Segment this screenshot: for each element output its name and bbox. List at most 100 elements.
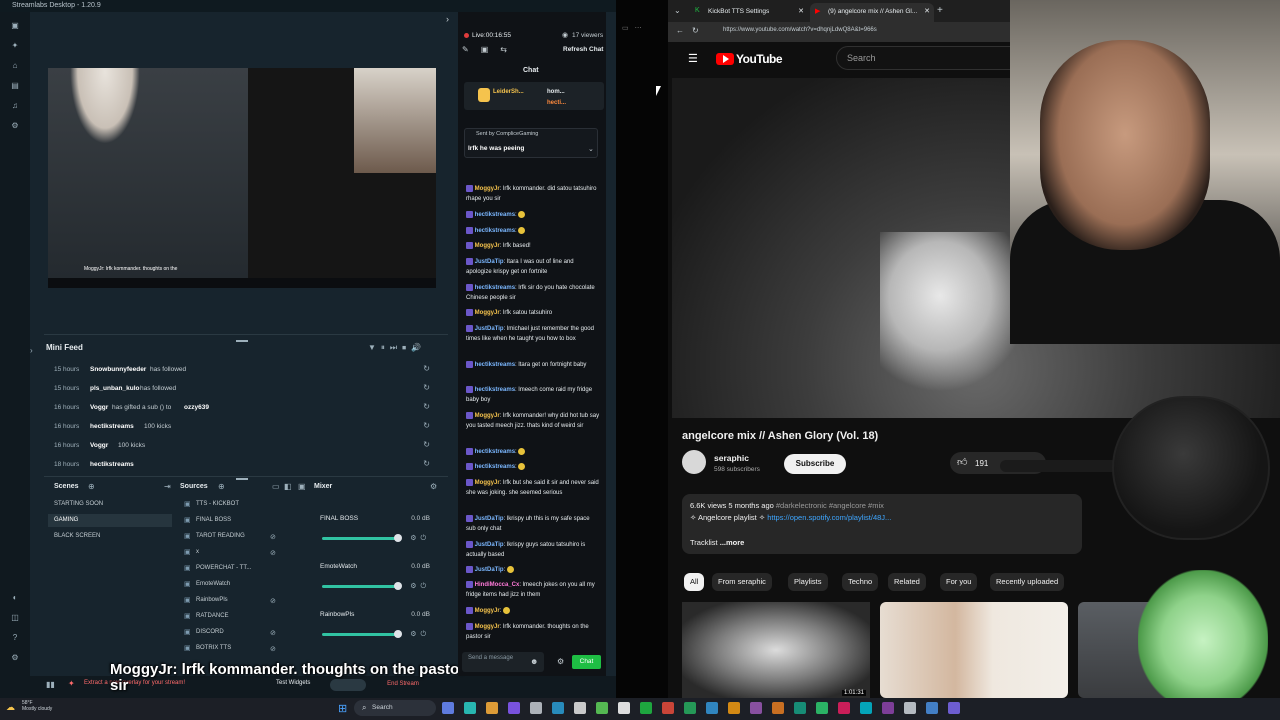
chat-username[interactable]: hectikstreams [475,285,515,291]
source-item[interactable]: POWERCHAT - TT... [180,564,280,577]
obs-app-icon[interactable] [508,702,520,714]
source-item[interactable]: RainbowPls [180,596,280,609]
replay-icon[interactable]: ↻ [423,402,430,411]
mixer-settings-icon[interactable]: ⚙ [430,482,437,491]
youtube-wordmark[interactable]: YouTube [736,52,783,66]
app-app-icon[interactable] [882,702,894,714]
app-app-icon[interactable] [772,702,784,714]
visibility-off-icon[interactable]: ⊘ [270,533,276,541]
source-item[interactable]: DISCORD [180,628,280,641]
chat-username[interactable]: MoggyJr [475,413,500,419]
emoji-icon[interactable]: ☻ [530,657,538,666]
avatar[interactable] [682,450,706,474]
replay-icon[interactable]: ↻ [423,459,430,468]
video-thumbnail[interactable] [880,602,1068,698]
chat-username[interactable]: JustDaTip [475,326,504,332]
gear-icon[interactable]: ⚙ [10,654,20,662]
tab-kickbot[interactable]: KickBot TTS Settings K ✕ [690,3,808,22]
chat-username[interactable]: MoggyJr [475,310,500,316]
search-input[interactable]: Search [836,46,1016,70]
mail-app-icon[interactable] [706,702,718,714]
spotify-app-icon[interactable] [596,702,608,714]
camera-app-icon[interactable] [618,702,630,714]
chevron-right-icon[interactable]: › [446,14,449,24]
themes-icon[interactable]: ✦ [10,42,20,50]
video-thumbnail[interactable]: 1:01:31 [682,602,870,698]
source-item[interactable]: FINAL BOSS [180,516,280,529]
terminal-app-icon[interactable] [530,702,542,714]
chip-from-seraphic[interactable]: From seraphic [712,573,772,591]
help-icon[interactable]: ? [10,634,20,642]
mixer-controls[interactable]: ⚙⏻ [410,582,430,591]
visibility-off-icon[interactable]: ⊘ [270,597,276,605]
visibility-off-icon[interactable]: ⊘ [270,549,276,557]
app-app-icon[interactable] [860,702,872,714]
chat-app-icon[interactable] [684,702,696,714]
source-item[interactable]: EmoteWatch [180,580,280,593]
source-group-icon[interactable]: ◧ [284,482,292,491]
mini-feed-tools[interactable]: ▼⏸⏭⏹🔊 [368,343,426,353]
settings-icon[interactable]: ⚙ [10,122,20,130]
more-link[interactable]: ...more [720,538,745,547]
chat-username[interactable]: hectikstreams [475,387,515,393]
source-settings-icon[interactable]: ▣ [298,482,306,491]
stream-preview[interactable]: MoggyJr: lrfk kommander. thoughts on the [48,68,436,288]
edge-app-icon[interactable] [552,702,564,714]
chat-username[interactable]: JustDaTip [475,542,504,548]
new-tab-icon[interactable]: + [937,5,943,16]
chat-username[interactable]: JustDaTip [475,259,504,265]
files-app-icon[interactable] [728,702,740,714]
chip-related[interactable]: Related [888,573,926,591]
alerts-icon[interactable]: ♫ [10,102,20,110]
tab-youtube[interactable]: (9) angelcore mix // Ashen Gl... ▶ ✕ [810,3,934,22]
source-item[interactable]: RATDANCE [180,612,280,625]
resize-handle[interactable] [236,478,248,480]
chat-username[interactable]: JustDaTip [475,516,504,522]
mixer-controls[interactable]: ⚙⏻ [410,534,430,543]
hamburger-menu-icon[interactable]: ☰ [688,52,698,65]
chat-username[interactable]: MoggyJr [475,186,500,192]
layout-icon[interactable]: ◫ [10,614,20,622]
widgets-app-icon[interactable] [442,702,454,714]
app-app-icon[interactable] [904,702,916,714]
chat-username[interactable]: hectikstreams [475,362,515,368]
source-item[interactable]: TAROT READING [180,532,280,545]
streamlabs-app-icon[interactable] [640,702,652,714]
visibility-off-icon[interactable]: ⊘ [270,645,276,653]
store-icon[interactable]: ⌂ [10,62,20,70]
chat-username[interactable]: hectikstreams [475,464,515,470]
chat-tools[interactable]: ✎▣⇆ [462,45,519,54]
stats-icon[interactable]: ▮▮ [46,680,55,689]
chat-username[interactable]: hectikstreams [475,449,515,455]
settings-icon[interactable]: ⚙ [557,657,564,666]
scene-collection-icon[interactable]: ⇥ [164,482,171,491]
chat-username[interactable]: hectikstreams [475,228,515,234]
app-app-icon[interactable] [948,702,960,714]
add-source-icon[interactable]: ⊕ [218,482,225,491]
tab-chat[interactable]: Chat [523,67,539,74]
hashtags[interactable]: #darkelectronic #angelcore #mix [776,501,884,510]
volume-slider[interactable] [322,585,398,588]
close-icon[interactable]: ✕ [798,7,804,15]
chat-username[interactable]: MoggyJr [475,480,500,486]
chip-for-you[interactable]: For you [940,573,978,591]
channel-name[interactable]: seraphic [714,453,749,463]
chat-username[interactable]: MoggyJr [475,624,500,630]
subscribe-button[interactable]: Subscribe [784,454,846,474]
chat-username[interactable]: JustDaTip [475,567,504,573]
replay-icon[interactable]: ↻ [423,421,430,430]
resize-handle[interactable] [236,340,248,342]
chat-username[interactable]: MoggyJr [475,608,500,614]
scene-item-active[interactable]: GAMING [48,514,172,527]
close-icon[interactable]: ✕ [924,7,930,15]
add-scene-icon[interactable]: ⊕ [88,482,95,491]
source-folder-icon[interactable]: ▭ [272,482,280,491]
app-app-icon[interactable] [838,702,850,714]
chip-playlists[interactable]: Playlists [788,573,828,591]
discord-app-icon[interactable] [662,702,674,714]
replay-icon[interactable]: ↻ [423,383,430,392]
tab-list-icon[interactable]: ⌄ [674,6,681,15]
chip-recently-uploaded[interactable]: Recently uploaded [990,573,1065,591]
nav-buttons[interactable]: ←↻ [676,26,707,35]
chevron-right-icon[interactable]: › [30,346,33,355]
